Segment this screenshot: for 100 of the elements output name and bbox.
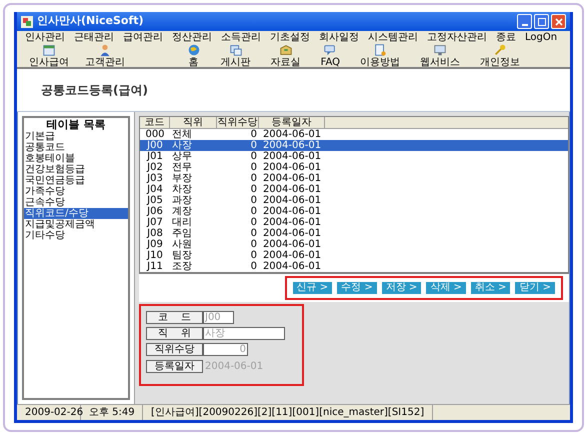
table-row[interactable]: J09 사원 0 2004-06-01 [140,239,568,250]
toolbar-button[interactable]: 개인정보 [472,43,528,69]
table-row[interactable]: J02 전무 0 2004-06-01 [140,162,568,173]
table-cell-text: 조장 [171,261,193,272]
table-row[interactable]: J04 차장 0 2004-06-01 [140,184,568,195]
table-cell-text: 대리 [171,217,193,228]
table-list-item[interactable]: 공통코드 [24,142,128,153]
menu-item[interactable]: 시스템관리 [368,33,418,43]
table-cell-text: 0 [250,239,258,250]
menu-item[interactable]: 근태관리 [74,33,114,43]
table-cell-text: 000 [144,129,166,140]
table-cell-text: 0 [250,140,258,151]
table-cell-text: 0 [250,228,258,239]
table-list-item[interactable]: 근속수당 [24,197,128,208]
status-text: 2009-02-26 [17,405,81,420]
table-row[interactable]: J11 조장 0 2004-06-01 [140,261,568,272]
toolbar-button[interactable]: 자료실 [262,43,309,69]
table-row[interactable]: J10 팀장 0 2004-06-01 [140,250,568,261]
table-list-item[interactable]: 기타수당 [24,230,128,241]
minimize-button[interactable] [517,14,532,29]
toolbar-button[interactable]: FAQ [312,43,348,69]
column-header[interactable]: 코드 [140,117,170,128]
table-row[interactable]: J06 계장 0 2004-06-01 [140,206,568,217]
table-cell-text: 0 [250,206,258,217]
table-cell-text: 2004-06-01 [262,173,322,184]
person-icon [98,43,112,57]
minimize-icon [522,24,528,26]
table-cell-text: 2004-06-01 [262,239,322,250]
column-header[interactable]: 직위수당 [217,117,259,128]
table-cell-text: J05 [146,195,164,206]
menu-item[interactable]: 정산관리 [172,33,212,43]
table-cell-text: J06 [146,206,164,217]
table-cell-text: 0 [250,261,258,272]
table-cell-text: 2004-06-01 [262,261,322,272]
menu-item[interactable]: 고정자산관리 [427,33,487,43]
table-row[interactable]: J05 과장 0 2004-06-01 [140,195,568,206]
table-cell-text: 사원 [171,239,193,250]
menu-item[interactable]: 소득관리 [221,33,261,43]
menu-item[interactable]: 종료 [496,33,516,43]
menu-item[interactable]: 인사관리 [25,33,65,43]
table-list-item[interactable]: 호봉테이블 [24,153,128,164]
table-cell-text: 0 [250,250,258,261]
column-header[interactable]: 직위 [170,117,217,128]
toolbar-button[interactable]: 게시판 [212,43,259,69]
menu-item[interactable]: 급여관리 [123,33,163,43]
table-cell-text: 2004-06-01 [262,228,322,239]
field-label: 직 위 [146,327,203,340]
table-cell-text: J04 [146,184,164,195]
field-label: 직위수당 [146,343,203,356]
table-cell-text: 0 [250,129,258,140]
monitor-icon [433,43,447,57]
status-text: [인사급여][20090226][2][11][001][nice_master][SI152] [143,405,434,420]
table-cell-text: 전체 [171,129,193,140]
table-cell-text: 차장 [171,184,193,195]
table-cell-text: 0 [250,184,258,195]
table-row[interactable]: 000 전체 0 2004-06-01 [140,129,568,140]
field-label: 코 드 [146,311,203,324]
table-cell-text: J10 [146,250,164,261]
table-cell-text: 2004-06-01 [262,151,322,162]
menu-item[interactable]: 기초설정 [270,33,310,43]
table-cell-text: 2004-06-01 [262,129,322,140]
table-list-item[interactable]: 국민연금등급 [24,175,128,186]
page-title: 공통코드등록(급여) [41,82,148,99]
field-value: 2004-06-01 [205,360,264,374]
toolbar-button[interactable]: 웹서비스 [412,43,468,69]
table-list-item[interactable]: 가족수당 [24,186,128,197]
table-cell-text: 계장 [171,206,193,217]
table-cell-text: 주임 [171,228,193,239]
table-list-item[interactable]: 건강보험등급 [24,164,128,175]
close-button[interactable] [551,14,566,29]
document-icon [373,43,387,57]
table-list-item[interactable]: 직위코드/수당 [24,208,128,219]
toolbar-button[interactable]: 고객관리 [77,43,133,69]
toolbar-button[interactable]: 이용방법 [352,43,408,69]
toolbar-button[interactable]: 인사급여 [21,43,77,69]
table-row[interactable]: J07 대리 0 2004-06-01 [140,217,568,228]
table-cell-text: J03 [146,173,164,184]
table-row[interactable]: J03 부장 0 2004-06-01 [140,173,568,184]
toolbar-button[interactable]: 홈 [178,43,209,69]
table-list-item[interactable]: 기본급 [24,131,128,142]
table-row[interactable]: J08 주임 0 2004-06-01 [140,228,568,239]
table-cell-text: 상무 [171,151,193,162]
table-cell-text: J09 [146,239,164,250]
table-cell-text: 0 [250,195,258,206]
table-cell-text: 팀장 [171,250,193,261]
column-header[interactable]: 등록일자 [259,117,325,128]
maximize-button[interactable] [534,14,549,29]
table-cell-text: 부장 [171,173,193,184]
menu-item[interactable]: 회사일정 [319,33,359,43]
table-cell-text: 2004-06-01 [262,162,322,173]
menu-item[interactable]: LogOn [525,33,558,43]
key-icon [493,43,507,57]
table-row[interactable]: J00 사장 0 2004-06-01 [140,140,568,151]
table-list-item[interactable]: 지급및공제금액 [24,219,128,230]
table-cell-text: J01 [146,151,164,162]
board-icon [228,43,243,57]
table-cell-text: 2004-06-01 [262,140,322,151]
table-row[interactable]: J01 상무 0 2004-06-01 [140,151,568,162]
table-cell-text: 0 [250,151,258,162]
calendar-icon [42,43,56,57]
